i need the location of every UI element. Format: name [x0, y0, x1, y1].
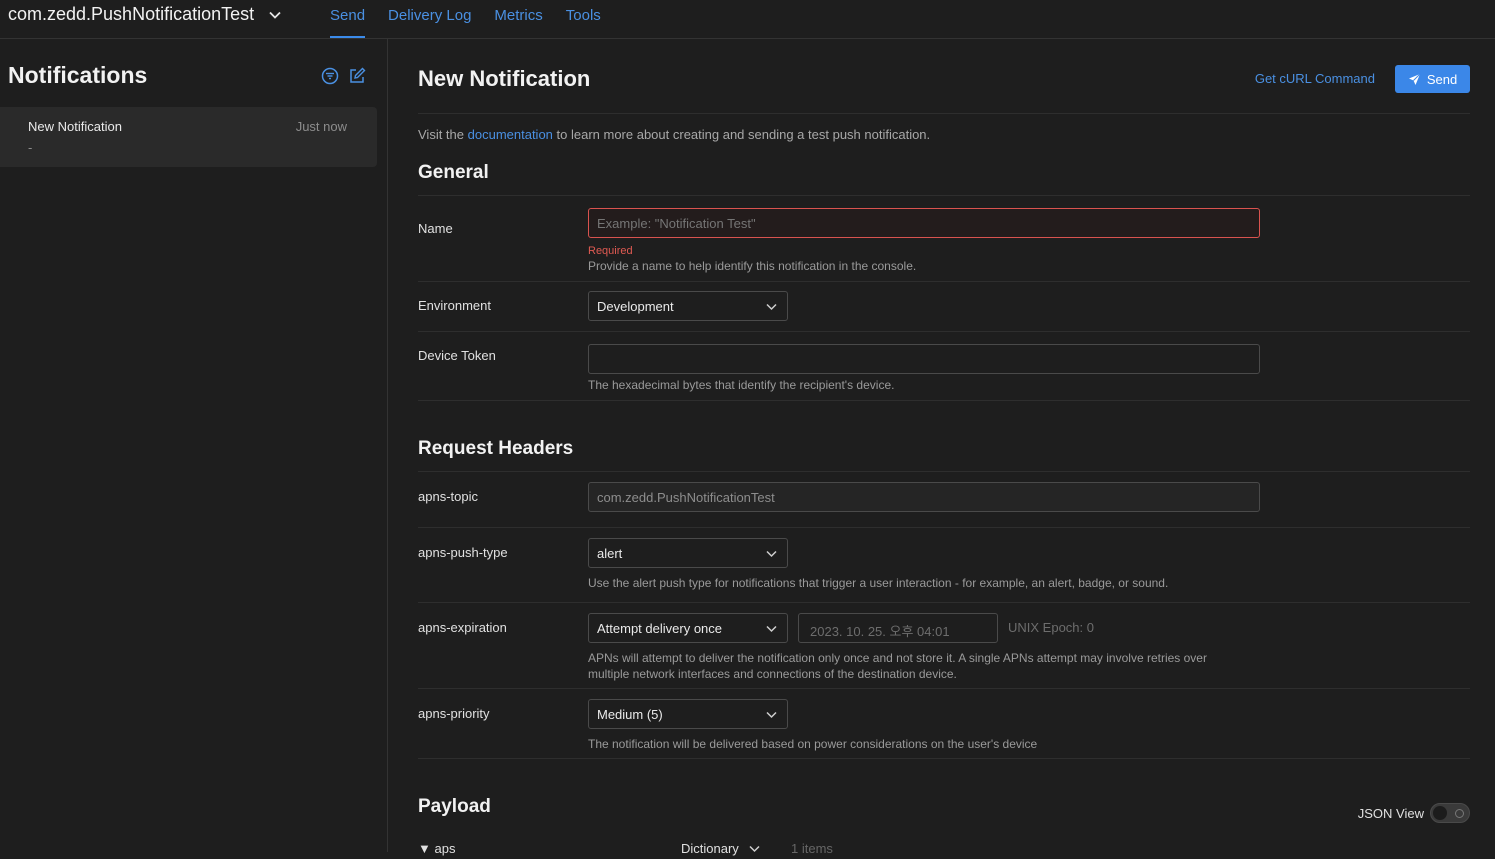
- apns-topic-input[interactable]: com.zedd.PushNotificationTest: [588, 482, 1260, 512]
- divider: [418, 527, 1470, 528]
- main-panel: New Notification Get cURL Command Send V…: [418, 39, 1470, 856]
- send-button-label: Send: [1426, 71, 1458, 87]
- sidebar-title: Notifications: [8, 62, 148, 88]
- paper-plane-icon: [1408, 73, 1421, 85]
- environment-value: Development: [597, 299, 674, 314]
- apns-priority-help: The notification will be delivered based…: [588, 737, 1038, 751]
- list-item-time: Just now: [295, 119, 347, 134]
- intro-text-after: to learn more about creating and sending…: [552, 127, 931, 142]
- apns-push-type-label: apns-push-type: [418, 545, 508, 560]
- divider: [418, 688, 1470, 689]
- divider: [418, 113, 1470, 114]
- apns-expiration-help-2: multiple network interfaces and connecti…: [588, 667, 957, 681]
- divider: [418, 400, 1470, 401]
- json-view-toggle[interactable]: [1430, 803, 1470, 823]
- apns-priority-value: Medium (5): [597, 707, 663, 722]
- tab-send[interactable]: Send: [330, 0, 366, 38]
- device-token-label: Device Token: [418, 348, 496, 363]
- unix-epoch-readout: UNIX Epoch: 0: [1008, 620, 1094, 635]
- name-input[interactable]: [588, 208, 1260, 238]
- app-title: com.zedd.PushNotificationTest: [8, 4, 255, 24]
- divider: [418, 195, 1470, 196]
- general-heading: General: [418, 162, 489, 183]
- apns-expiration-select[interactable]: Attempt delivery once: [588, 613, 788, 643]
- compose-icon[interactable]: [348, 67, 366, 85]
- filter-icon[interactable]: [321, 67, 339, 85]
- divider: [418, 471, 1470, 472]
- device-token-help: The hexadecimal bytes that identify the …: [588, 378, 895, 392]
- chevron-down-icon: [269, 11, 281, 19]
- apns-priority-select[interactable]: Medium (5): [588, 699, 788, 729]
- apns-expiration-value: Attempt delivery once: [597, 621, 723, 636]
- apns-push-type-select[interactable]: alert: [588, 538, 788, 568]
- apns-push-type-value: alert: [597, 546, 623, 561]
- apns-priority-label: apns-priority: [418, 706, 490, 721]
- payload-tree-row: ▼ aps Dictionary 1 items: [418, 839, 1470, 859]
- chevron-down-icon: [766, 625, 777, 633]
- divider: [418, 602, 1470, 603]
- list-item[interactable]: New Notification Just now -: [0, 107, 377, 167]
- expiration-date-input[interactable]: 2023. 10. 25. 오후 04:01: [798, 613, 998, 643]
- get-curl-command-button[interactable]: Get cURL Command: [1255, 71, 1375, 86]
- payload-type-value: Dictionary: [681, 841, 739, 856]
- page-title: New Notification: [418, 66, 591, 91]
- tab-delivery-log[interactable]: Delivery Log: [388, 0, 471, 38]
- name-label: Name: [418, 221, 453, 236]
- divider: [418, 281, 1470, 282]
- payload-item-count: 1 items: [791, 841, 833, 856]
- divider: [418, 331, 1470, 332]
- top-bar: com.zedd.PushNotificationTest Send Deliv…: [0, 0, 1495, 39]
- chevron-down-icon: [766, 711, 777, 719]
- apns-expiration-label: apns-expiration: [418, 620, 507, 635]
- name-help: Provide a name to help identify this not…: [588, 259, 917, 273]
- device-token-input[interactable]: [588, 344, 1260, 374]
- send-button[interactable]: Send: [1395, 65, 1470, 93]
- name-required-error: Required: [588, 245, 633, 257]
- divider: [418, 758, 1470, 759]
- list-item-subtitle: -: [28, 140, 33, 155]
- payload-key-aps[interactable]: ▼ aps: [418, 841, 455, 856]
- environment-label: Environment: [418, 298, 491, 313]
- sidebar: Notifications New Notification Just now …: [0, 39, 388, 852]
- apns-topic-label: apns-topic: [418, 489, 478, 504]
- apns-push-type-help: Use the alert push type for notification…: [588, 576, 1169, 590]
- json-view-label: JSON View: [1357, 805, 1424, 821]
- json-view-toggle-group: JSON View: [1358, 803, 1470, 823]
- tab-tools[interactable]: Tools: [566, 0, 601, 38]
- intro-text-before: Visit the: [418, 127, 468, 142]
- apns-expiration-help-1: APNs will attempt to deliver the notific…: [588, 651, 1207, 665]
- intro-text: Visit the documentation to learn more ab…: [418, 127, 930, 142]
- payload-heading: Payload: [418, 796, 491, 817]
- chevron-down-icon: [766, 550, 777, 558]
- tab-metrics[interactable]: Metrics: [494, 0, 542, 38]
- chevron-down-icon: [766, 303, 777, 311]
- request-headers-heading: Request Headers: [418, 438, 574, 459]
- list-item-title: New Notification: [28, 119, 122, 134]
- documentation-link[interactable]: documentation: [468, 127, 553, 142]
- environment-select[interactable]: Development: [588, 291, 788, 321]
- payload-type-select[interactable]: Dictionary: [681, 841, 760, 856]
- app-selector[interactable]: com.zedd.PushNotificationTest: [8, 4, 282, 25]
- tab-bar: Send Delivery Log Metrics Tools: [330, 0, 624, 38]
